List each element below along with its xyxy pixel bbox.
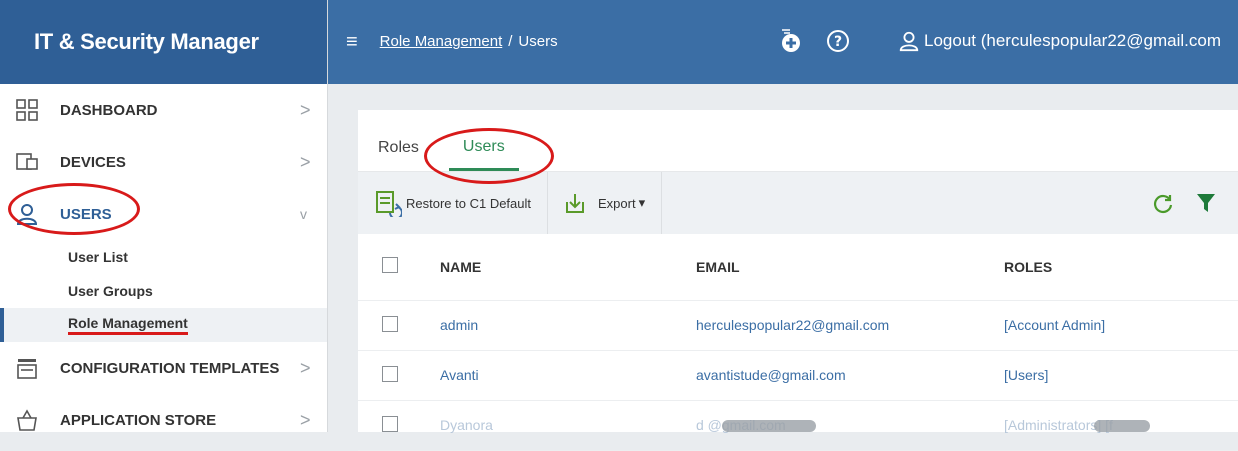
export-icon [564,192,586,214]
tab-roles[interactable]: Roles [378,139,431,171]
sidebar: IT & Security Manager DASHBOARD > DEVICE… [0,0,328,432]
sidebar-subitem-label: User List [68,249,128,265]
sidebar-item-label: USERS [60,205,112,223]
sidebar-item-label: CONFIGURATION TEMPLATES [60,359,280,377]
chevron-right-icon: > [300,357,311,378]
toolbar-right [1152,172,1238,234]
restore-default-button[interactable]: Restore to C1 Default [358,172,547,234]
breadcrumb-separator: / [508,33,513,50]
svg-text:?: ? [834,34,842,50]
select-all-cell [358,234,440,301]
add-notification-icon[interactable] [778,28,804,54]
toolbar-divider [661,172,663,234]
tab-users[interactable]: Users [448,138,519,171]
user-name-link[interactable]: admin [440,300,696,351]
chevron-down-icon: v [300,206,307,222]
select-all-checkbox[interactable] [382,257,398,274]
refresh-icon[interactable] [1152,192,1174,214]
user-icon [899,31,919,52]
devices-icon [14,149,40,175]
toolbar: Restore to C1 Default Export ▾ [358,172,1238,234]
column-header-roles[interactable]: ROLES [1004,234,1238,301]
templates-icon [14,355,40,381]
row-checkbox[interactable] [382,315,398,332]
chevron-right-icon: > [300,99,311,120]
logout-label: Logout (herculespopular22@gmail.com [924,31,1221,50]
store-icon [14,407,40,433]
user-email: avantistude@gmail.com [696,350,1004,401]
sidebar-item-application-store[interactable]: APPLICATION STORE > [0,394,327,446]
sidebar-subitem-user-list[interactable]: User List [0,240,327,274]
users-table: NAME EMAIL ROLES admin herculespopular22… [358,234,1238,451]
breadcrumb-link-role-management[interactable]: Role Management [380,33,503,50]
column-header-email[interactable]: EMAIL [696,234,1004,301]
row-checkbox-cell [358,350,440,401]
hamburger-menu-icon[interactable]: ≡ [346,31,358,54]
row-checkbox-cell [358,400,440,451]
sidebar-subitem-user-groups[interactable]: User Groups [0,274,327,308]
redaction-blur [1094,420,1150,432]
column-header-name[interactable]: NAME [440,234,696,301]
sidebar-item-label: APPLICATION STORE [60,411,217,429]
help-icon[interactable]: ? [826,29,850,53]
user-roles-link[interactable]: [Users] [1004,350,1238,401]
logout-button[interactable]: Logout (herculespopular22@gmail.com [898,30,1221,52]
table-header-row: NAME EMAIL ROLES [358,234,1238,301]
filter-icon[interactable] [1196,192,1216,214]
breadcrumb: Role Management / Users [380,33,558,51]
chevron-right-icon: > [300,151,311,172]
chevron-right-icon: > [300,409,311,430]
table-row: Avanti avantistude@gmail.com [Users] [358,350,1238,401]
export-button[interactable]: Export ▾ [548,172,661,234]
redaction-blur [722,420,816,432]
user-name-link[interactable]: Avanti [440,350,696,401]
main-panel: Roles Users Restore to C1 Default Export… [358,110,1238,451]
sidebar-item-dashboard[interactable]: DASHBOARD > [0,84,327,136]
sidebar-subitem-role-management[interactable]: Role Management [0,308,327,342]
user-email: herculespopular22@gmail.com [696,300,1004,351]
top-icons: ? [778,28,872,54]
top-bar: ≡ Role Management / Users ? Logout (hercul… [328,0,1238,84]
restore-icon [374,189,402,217]
user-roles-link[interactable]: [Account Admin] [1004,300,1238,351]
table-row: admin herculespopular22@gmail.com [Accou… [358,300,1238,351]
sidebar-item-users[interactable]: USERS v [0,188,327,240]
sidebar-subitem-label: User Groups [68,283,153,299]
tab-bar: Roles Users [358,110,1238,172]
row-checkbox[interactable] [382,415,398,432]
restore-label: Restore to C1 Default [406,195,532,211]
dashboard-icon [14,97,40,123]
breadcrumb-current: Users [518,33,558,50]
app-title: IT & Security Manager [0,0,327,84]
sidebar-item-devices[interactable]: DEVICES > [0,136,327,188]
user-name-link[interactable]: Dyanora [440,400,696,451]
export-label: Export [598,195,636,211]
user-icon [14,201,40,227]
row-checkbox[interactable] [382,365,398,382]
chevron-down-icon: ▾ [638,195,646,210]
sidebar-item-label: DASHBOARD [60,101,158,119]
sidebar-item-label: DEVICES [60,153,126,171]
sidebar-subitem-label: Role Management [68,315,188,335]
row-checkbox-cell [358,300,440,351]
sidebar-item-configuration-templates[interactable]: CONFIGURATION TEMPLATES > [0,342,327,394]
